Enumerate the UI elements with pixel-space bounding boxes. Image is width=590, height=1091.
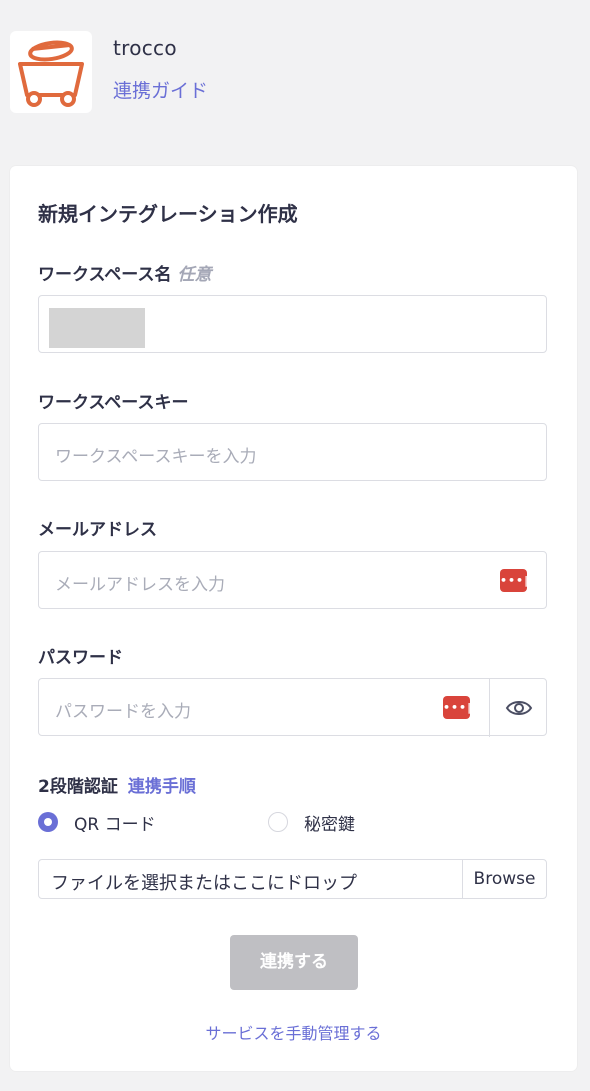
workspace-key-input[interactable]: ワークスペースキーを入力 (38, 423, 547, 481)
app-name: trocco (113, 36, 177, 60)
workspace-name-input[interactable] (38, 295, 547, 353)
workspace-key-placeholder: ワークスペースキーを入力 (55, 447, 257, 467)
redacted-value (49, 308, 145, 348)
form-title: 新規インテグレーション作成 (38, 202, 298, 226)
workspace-name-label: ワークスペース名 任意 (38, 260, 211, 285)
eye-icon (505, 701, 533, 715)
connect-button[interactable]: 連携する (230, 935, 358, 990)
password-manager-icon[interactable]: •••| (500, 569, 528, 592)
radio-qr-code[interactable] (38, 812, 58, 832)
integration-guide-link[interactable]: 連携ガイド (113, 76, 208, 103)
file-drop-text: ファイルを選択またはここにドロップ (51, 873, 357, 894)
workspace-name-label-text: ワークスペース名 (38, 265, 172, 285)
toggle-password-visibility-button[interactable] (489, 679, 546, 737)
password-placeholder: パスワードを入力 (55, 702, 191, 722)
workspace-key-label: ワークスペースキー (38, 393, 189, 413)
mfa-instructions-link[interactable]: 連携手順 (128, 777, 196, 797)
app-logo (10, 31, 92, 113)
radio-qr-code-label[interactable]: QR コード (74, 810, 156, 835)
header: trocco 連携ガイド (0, 0, 590, 150)
mfa-label: 2段階認証 連携手順 (38, 772, 196, 797)
mfa-label-text: 2段階認証 (38, 777, 118, 797)
radio-secret-key-label[interactable]: 秘密鍵 (304, 810, 355, 835)
password-input[interactable]: パスワードを入力 •••| (38, 678, 547, 737)
manual-manage-link[interactable]: サービスを手動管理する (10, 1020, 577, 1044)
email-placeholder: メールアドレスを入力 (55, 575, 225, 595)
password-label: パスワード (38, 648, 123, 668)
mine-cart-icon (18, 40, 84, 107)
file-upload-input[interactable]: ファイルを選択またはここにドロップ Browse (38, 859, 547, 899)
email-label: メールアドレス (38, 520, 157, 540)
browse-button[interactable]: Browse (462, 860, 546, 898)
password-manager-icon[interactable]: •••| (443, 696, 471, 719)
integration-form-card: 新規インテグレーション作成 ワークスペース名 任意 ワークスペースキー ワークスペ… (10, 166, 577, 1071)
optional-badge: 任意 (177, 265, 212, 285)
radio-secret-key[interactable] (268, 812, 288, 832)
email-input[interactable]: メールアドレスを入力 •••| (38, 551, 547, 609)
